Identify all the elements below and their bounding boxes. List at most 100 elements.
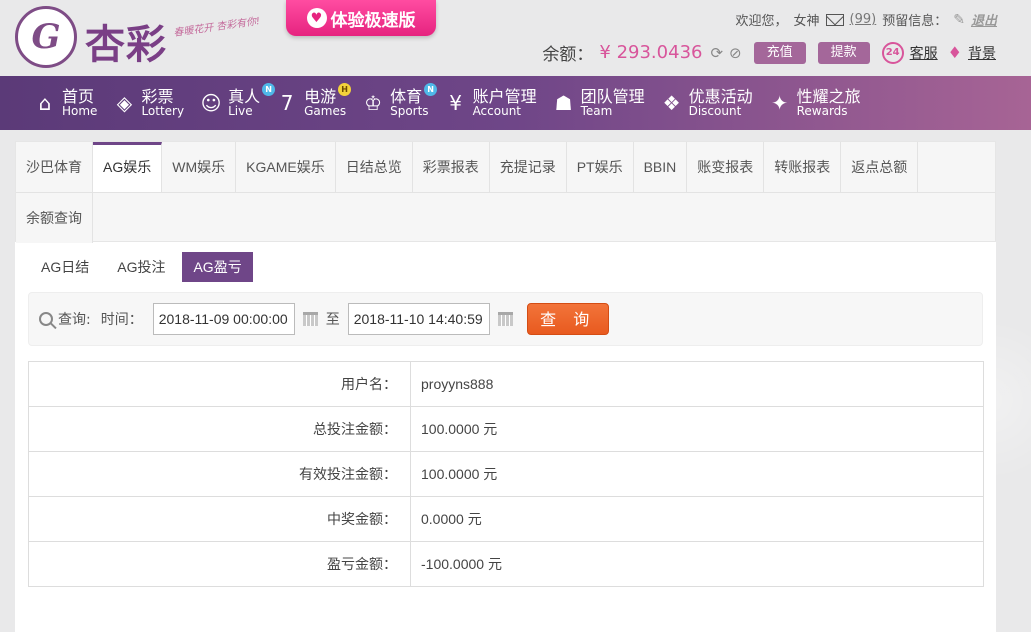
nav-label-en: Account xyxy=(472,104,522,119)
balance-value: ¥ 293.0436 xyxy=(599,42,703,63)
row-label: 盈亏金额： xyxy=(28,541,411,587)
nav-text: 团队管理 Team xyxy=(581,88,645,119)
tab-4[interactable]: 日结总览 xyxy=(335,142,413,192)
username: 女神 xyxy=(793,14,820,29)
calendar-icon[interactable] xyxy=(302,312,318,326)
query-button[interactable]: 查 询 xyxy=(526,303,609,335)
start-time-input[interactable] xyxy=(152,303,295,335)
row-value: 100.0000 元 xyxy=(410,406,984,452)
subtab-2[interactable]: AG盈亏 xyxy=(182,252,253,282)
nav-text: 优惠活动 Discount xyxy=(689,88,753,119)
tab-1[interactable]: AG娱乐 xyxy=(93,142,163,192)
nav-label-cn: 优惠活动 xyxy=(688,86,753,106)
service-link[interactable]: 客服 xyxy=(910,43,938,63)
nav-label-cn: 体育 xyxy=(390,86,423,106)
account-icon: ¥ xyxy=(449,91,462,115)
table-row: 盈亏金额： -100.0000 元 xyxy=(28,541,984,587)
heart-icon: ♥ xyxy=(306,8,327,28)
lottery-icon: ◈ xyxy=(116,91,133,115)
tab-5[interactable]: 彩票报表 xyxy=(412,142,490,192)
logo-slogan: 春暖花开 杏彩有你! xyxy=(172,15,261,39)
withdraw-button[interactable]: 提款 xyxy=(817,41,870,64)
nav-item-account[interactable]: ¥ 账户管理 Account xyxy=(441,76,549,130)
balance-label: 余额： xyxy=(542,45,594,65)
nav-item-discount[interactable]: ❖ 优惠活动 Discount xyxy=(657,76,765,130)
nav-label-en: Live xyxy=(228,104,253,119)
nav-item-live[interactable]: ☺ 真人 Live N xyxy=(196,76,276,130)
nav-item-team[interactable]: ☗ 团队管理 Team xyxy=(549,76,657,130)
report-tabs: 沙巴体育 AG娱乐 WM娱乐 KGAME娱乐 日结总览 彩票报表 充提记录 PT娱乐 BBIN 账… xyxy=(15,141,996,243)
row-value: -100.0000 元 xyxy=(410,541,984,587)
nav-label-en: Lottery xyxy=(141,104,185,119)
nav-label-cn: 首页 xyxy=(62,86,95,106)
edit-icon[interactable]: ✎ xyxy=(953,12,965,28)
query-label: 查询: xyxy=(58,312,91,328)
table-row: 用户名： proyyns888 xyxy=(28,361,984,407)
to-label: 至 xyxy=(325,312,340,328)
logo[interactable]: G 杏彩 春暖花开 杏彩有你! xyxy=(15,6,265,68)
mail-icon[interactable] xyxy=(825,13,844,26)
table-row: 有效投注金额： 100.0000 元 xyxy=(28,451,984,497)
calendar-icon[interactable] xyxy=(497,312,513,326)
tab-7[interactable]: PT娱乐 xyxy=(566,142,634,192)
nav-badge-n: N xyxy=(424,83,438,96)
nav-label-cn: 账户管理 xyxy=(472,86,537,106)
nav-label-en: Games xyxy=(304,104,347,119)
query-bar: 查询: 时间： 至 查 询 xyxy=(28,292,983,346)
recharge-button[interactable]: 充值 xyxy=(753,41,806,64)
nav-item-lottery[interactable]: ◈ 彩票 Lottery xyxy=(109,76,196,130)
nav-text: 真人 Live xyxy=(228,88,260,119)
nav-label-en: Discount xyxy=(688,104,742,119)
tab-9[interactable]: 账变报表 xyxy=(687,142,765,192)
row-label: 用户名： xyxy=(28,361,411,407)
nav-item-sports[interactable]: ♔ 体育 Sports N xyxy=(358,76,440,130)
refresh-icon[interactable]: ⟳ xyxy=(710,44,723,62)
tab-2[interactable]: WM娱乐 xyxy=(162,142,237,192)
nav-item-rewards[interactable]: ✦ 性耀之旅 Rewards xyxy=(765,76,873,130)
logo-name: 杏彩 xyxy=(85,22,167,68)
nav-item-games[interactable]: 7 电游 Games H xyxy=(272,76,358,130)
header: G 杏彩 春暖花开 杏彩有你! ♥ 体验极速版 欢迎您， 女神 (99) 预留信… xyxy=(0,0,1031,76)
table-row: 中奖金额： 0.0000 元 xyxy=(28,496,984,542)
nav-label-cn: 团队管理 xyxy=(580,86,645,106)
nav-text: 性耀之旅 Rewards xyxy=(797,88,861,119)
row-value: 100.0000 元 xyxy=(410,451,984,497)
end-time-input[interactable] xyxy=(347,303,490,335)
service-24h-icon[interactable]: 24 xyxy=(881,41,904,64)
nav-label-en: Rewards xyxy=(796,104,848,119)
subtab-0[interactable]: AG日结 xyxy=(30,252,100,282)
gift-icon: ❖ xyxy=(662,91,681,115)
table-row: 总投注金额： 100.0000 元 xyxy=(28,406,984,452)
eye-hide-icon[interactable]: ⊘ xyxy=(729,44,742,62)
nav-label-cn: 彩票 xyxy=(141,86,174,106)
nav-label-cn: 真人 xyxy=(228,86,261,106)
tab-8[interactable]: BBIN xyxy=(633,142,688,192)
nav-label-en: Team xyxy=(580,104,613,119)
live-icon: ☺ xyxy=(200,91,222,115)
home-icon: ⌂ xyxy=(38,91,52,115)
background-link[interactable]: 背景 xyxy=(968,43,996,63)
tab-11[interactable]: 返点总额 xyxy=(841,142,919,192)
tab-10[interactable]: 转账报表 xyxy=(764,142,842,192)
welcome-text: 欢迎您， xyxy=(735,14,788,29)
tab-balance-query[interactable]: 余额查询 xyxy=(16,193,93,243)
nav-label-en: Sports xyxy=(390,104,429,119)
balance-row: 余额： ¥ 293.0436 ⟳ ⊘ 充值 提款 24 客服 ♦ 背景 xyxy=(542,40,996,65)
tab-3[interactable]: KGAME娱乐 xyxy=(236,142,336,192)
nav-item-home[interactable]: ⌂ 首页 Home xyxy=(30,76,109,130)
shirt-icon[interactable]: ♦ xyxy=(948,43,962,62)
tab-6[interactable]: 充提记录 xyxy=(489,142,567,192)
nav-label-cn: 性耀之旅 xyxy=(796,86,861,106)
sports-icon: ♔ xyxy=(364,91,383,115)
logout-link[interactable]: 退出 xyxy=(971,10,997,29)
logo-emblem-icon: G xyxy=(15,6,77,68)
profit-loss-table: 用户名： proyyns888 总投注金额： 100.0000 元有效投注金额： 100… xyxy=(28,361,984,587)
row-label: 有效投注金额： xyxy=(28,451,411,497)
tab-0[interactable]: 沙巴体育 xyxy=(16,142,93,192)
nav-badge-h: H xyxy=(338,83,352,96)
mail-count-link[interactable]: (99) xyxy=(850,12,877,27)
search-icon xyxy=(39,312,53,326)
nav-text: 体育 Sports xyxy=(390,88,428,119)
subtab-1[interactable]: AG投注 xyxy=(106,252,176,282)
fast-version-button[interactable]: ♥ 体验极速版 xyxy=(286,0,436,36)
